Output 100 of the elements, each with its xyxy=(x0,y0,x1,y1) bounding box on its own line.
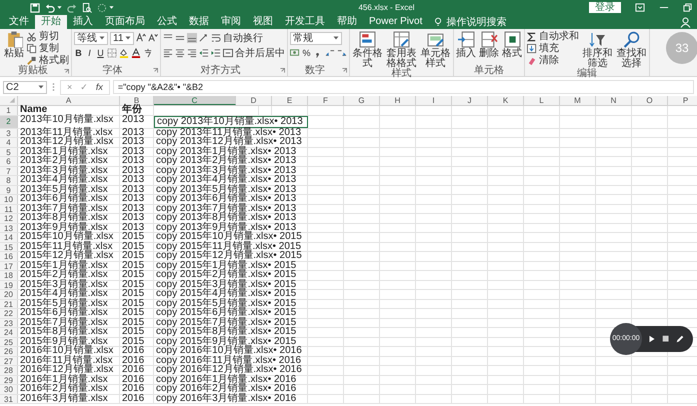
row-header[interactable]: 19 xyxy=(0,280,18,289)
redo-icon[interactable] xyxy=(67,2,77,12)
column-header[interactable]: N xyxy=(596,96,632,105)
ribbon-tab[interactable]: Power Pivot xyxy=(363,15,428,29)
ribbon-tab[interactable]: 开始 xyxy=(35,15,67,29)
row-header[interactable]: 18 xyxy=(0,271,18,280)
decrease-decimal-icon[interactable] xyxy=(337,48,347,58)
row-header[interactable]: 12 xyxy=(0,214,18,222)
row-header[interactable]: 26 xyxy=(0,347,18,356)
ribbon-tab[interactable]: 插入 xyxy=(67,15,99,29)
row-header[interactable]: 10 xyxy=(0,195,18,204)
caret-icon[interactable] xyxy=(125,35,132,41)
column-header[interactable]: P xyxy=(668,96,697,105)
row-header[interactable]: 27 xyxy=(0,356,18,365)
column-header[interactable]: H xyxy=(380,96,416,105)
column-header[interactable]: F xyxy=(308,96,344,105)
column-header[interactable]: E xyxy=(272,96,308,105)
ribbon-button[interactable]: 复制 xyxy=(27,43,69,54)
ribbon-button[interactable]: 自动求和 xyxy=(527,31,579,42)
ribbon-tab[interactable]: 视图 xyxy=(247,15,279,29)
orientation-icon[interactable] xyxy=(199,33,209,43)
row-header[interactable]: 15 xyxy=(0,242,18,251)
ribbon-button[interactable]: 自动换行 xyxy=(211,32,263,44)
ribbon-tab[interactable]: 公式 xyxy=(151,15,183,29)
dialog-launcher-icon[interactable] xyxy=(342,68,347,73)
row-header[interactable]: 6 xyxy=(0,157,18,166)
font-color-icon[interactable] xyxy=(131,48,141,58)
column-header[interactable]: O xyxy=(632,96,668,105)
ribbon-button[interactable]: 格式 xyxy=(502,31,522,59)
account-icon[interactable] xyxy=(680,17,691,28)
column-header[interactable]: G xyxy=(344,96,380,105)
row-header[interactable]: 2 xyxy=(0,116,18,128)
ribbon-button[interactable]: 插入 xyxy=(456,31,476,59)
row-header[interactable]: 17 xyxy=(0,262,18,270)
restore-icon[interactable] xyxy=(683,2,693,12)
align-middle-icon[interactable] xyxy=(175,33,185,43)
play-icon[interactable] xyxy=(648,335,656,343)
indent-icon[interactable] xyxy=(211,48,221,58)
format-button[interactable]: U xyxy=(96,48,105,58)
row-header[interactable]: 23 xyxy=(0,318,18,327)
ribbon-button[interactable]: 粘贴 xyxy=(4,31,24,59)
ribbon-tab[interactable]: 帮助 xyxy=(331,15,363,29)
ribbon-button[interactable]: 条件格式 xyxy=(352,31,383,69)
dialog-launcher-icon[interactable] xyxy=(153,68,158,73)
ribbon-tab[interactable]: 开发工具 xyxy=(279,15,331,29)
caret-icon[interactable] xyxy=(57,5,62,10)
ribbon-button[interactable]: 单元格样式 xyxy=(420,31,451,69)
pen-icon[interactable] xyxy=(676,335,684,343)
row-header[interactable]: 1 xyxy=(0,106,18,114)
ribbon-button[interactable]: 清除 xyxy=(527,55,579,66)
row-header[interactable]: 3 xyxy=(0,128,18,137)
shrink-font-icon[interactable] xyxy=(148,33,158,43)
undo-icon[interactable] xyxy=(45,2,55,12)
row-header[interactable]: 8 xyxy=(0,176,18,184)
row-header[interactable]: 16 xyxy=(0,252,18,260)
percent-button[interactable]: % xyxy=(302,48,311,58)
row-header[interactable]: 7 xyxy=(0,166,18,175)
print-preview-icon[interactable] xyxy=(82,2,92,12)
caret-icon[interactable] xyxy=(99,35,105,41)
row-header[interactable]: 25 xyxy=(0,338,18,346)
number-format-field[interactable]: 常规 xyxy=(290,32,342,44)
ribbon-button[interactable]: 套用表格格式 xyxy=(386,31,417,69)
column-header[interactable]: K xyxy=(488,96,524,105)
ribbon-tab[interactable]: 数据 xyxy=(183,15,215,29)
font-size-field[interactable]: 11 xyxy=(110,32,134,44)
formula-field[interactable]: ="copy "&A2&"• "&B2 xyxy=(112,80,694,94)
sign-in-button[interactable]: 登录 xyxy=(589,2,621,13)
fill-color-icon[interactable] xyxy=(119,48,129,58)
column-header[interactable]: L xyxy=(524,96,560,105)
column-header[interactable]: C xyxy=(154,96,236,105)
row-header[interactable]: 9 xyxy=(0,186,18,194)
ribbon-tab[interactable]: 页面布局 xyxy=(99,15,151,29)
row-header[interactable]: 13 xyxy=(0,224,18,232)
dialog-launcher-icon[interactable] xyxy=(64,68,69,74)
column-header[interactable]: A xyxy=(18,96,120,105)
align-left-icon[interactable] xyxy=(163,48,173,58)
ribbon-button[interactable]: 排序和筛选 xyxy=(582,31,613,69)
align-right-icon[interactable] xyxy=(187,48,197,58)
row-header[interactable]: 29 xyxy=(0,376,18,384)
ribbon-display-icon[interactable] xyxy=(635,2,645,12)
format-button[interactable]: I xyxy=(85,48,94,58)
ribbon-button[interactable]: 合并后居中 xyxy=(223,48,285,58)
ribbon-tab[interactable]: 文件 xyxy=(3,15,35,29)
format-button[interactable]: B xyxy=(74,48,83,58)
row-header[interactable]: 31 xyxy=(0,394,18,403)
font-name-field[interactable]: 等线 xyxy=(74,32,108,44)
row-header[interactable]: 5 xyxy=(0,148,18,156)
outdent-icon[interactable] xyxy=(199,48,209,58)
column-header[interactable]: J xyxy=(452,96,488,105)
row-header[interactable]: 4 xyxy=(0,138,18,146)
caret-icon[interactable] xyxy=(333,35,339,41)
ribbon-button[interactable]: 删除 xyxy=(479,31,499,59)
column-header[interactable]: D xyxy=(236,96,272,105)
row-header[interactable]: 30 xyxy=(0,385,18,394)
row-header[interactable]: 24 xyxy=(0,328,18,336)
ribbon-button[interactable]: 格式刷 xyxy=(27,55,69,66)
tell-me-search[interactable]: 操作说明搜索 xyxy=(428,15,512,29)
row-header[interactable]: 20 xyxy=(0,290,18,298)
caret-icon[interactable] xyxy=(109,5,114,10)
insert-function-button[interactable]: fx xyxy=(96,82,103,92)
